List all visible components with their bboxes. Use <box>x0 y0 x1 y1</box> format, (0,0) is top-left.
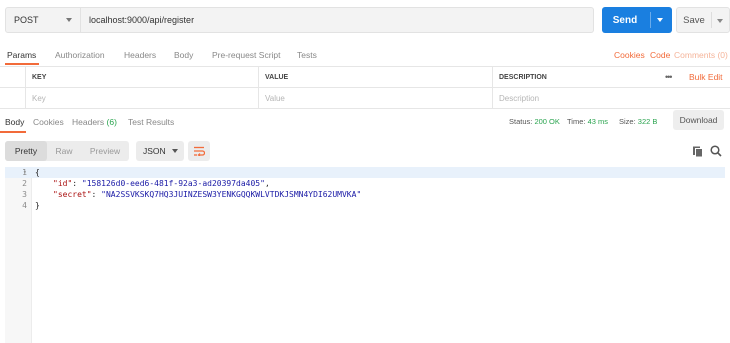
params-empty-row: Key Value Description <box>0 88 730 109</box>
preview-button[interactable]: Preview <box>81 141 129 161</box>
size-readout: Size: 322 B <box>619 117 657 126</box>
bulk-edit-link[interactable]: Bulk Edit <box>689 72 723 82</box>
code-line: 3 "secret": "NA2SSVKSKQ7HQ3JUINZESW3YENK… <box>5 189 725 200</box>
headers-tab-label: Headers <box>72 117 105 127</box>
download-button[interactable]: Download <box>673 110 724 130</box>
tab-test-results[interactable]: Test Results <box>128 117 174 127</box>
json-key: "secret" <box>53 190 92 199</box>
format-mode-group: Pretty Raw Preview <box>5 141 129 161</box>
code-line: 1 ▾ { <box>5 167 725 178</box>
save-label: Save <box>683 14 705 26</box>
more-options-icon[interactable]: ••• <box>665 72 673 82</box>
active-tab-indicator <box>0 131 26 133</box>
json-trailing-comma: , <box>264 179 270 188</box>
size-label: Size: <box>619 117 636 126</box>
json-key: "id" <box>53 179 73 188</box>
code-text: } <box>35 201 40 210</box>
copy-button[interactable] <box>691 144 705 158</box>
save-button[interactable]: Save <box>676 7 730 33</box>
chevron-down-icon[interactable] <box>657 18 663 22</box>
params-table: KEY VALUE DESCRIPTION ••• Bulk Edit Key … <box>0 66 730 109</box>
line-number: 3 <box>22 190 27 199</box>
send-button[interactable]: Send <box>602 7 672 33</box>
tab-authorization[interactable]: Authorization <box>55 50 105 60</box>
column-header-key: KEY <box>25 67 258 88</box>
code-line: 4 } <box>5 200 725 211</box>
size-value: 322 B <box>637 117 658 126</box>
response-tabs: Body Cookies Headers (6) Test Results St… <box>0 110 730 133</box>
code-text: "id": "158126d0-eed6-481f-92a3-ad20397da… <box>53 179 270 188</box>
tab-pre-request-script[interactable]: Pre-request Script <box>212 50 281 60</box>
request-bar: POST localhost:9000/api/register Send Sa… <box>5 7 730 33</box>
code-text: "secret": "NA2SSVKSKQ7HQ3JUINZESW3YENKGQ… <box>53 190 362 199</box>
tab-params[interactable]: Params <box>7 50 36 60</box>
format-toolbar: Pretty Raw Preview JSON <box>5 141 725 161</box>
wrap-lines-icon <box>194 146 205 156</box>
language-label: JSON <box>143 146 166 156</box>
response-body-editor[interactable]: 1 ▾ { 2 "id": "158126d0-eed6-481f-92a3-a… <box>5 167 725 343</box>
tab-response-cookies[interactable]: Cookies <box>33 117 64 127</box>
code-link[interactable]: Code <box>650 50 670 60</box>
url-input[interactable]: localhost:9000/api/register <box>81 7 594 33</box>
column-header-value: VALUE <box>258 67 492 88</box>
json-value: "NA2SSVKSKQ7HQ3JUINZESW3YENKGQQKWLVTDKJS… <box>101 190 362 199</box>
code-text: { <box>35 168 40 177</box>
tab-headers[interactable]: Headers <box>124 50 156 60</box>
pretty-button[interactable]: Pretty <box>5 141 47 161</box>
status-label: Status: <box>509 117 533 126</box>
fold-arrow-icon[interactable]: ▾ <box>23 167 27 178</box>
tab-response-body[interactable]: Body <box>5 117 24 127</box>
request-tabs: Params Authorization Headers Body Pre-re… <box>0 46 730 66</box>
cookies-link[interactable]: Cookies <box>614 50 645 60</box>
code-line: 2 "id": "158126d0-eed6-481f-92a3-ad20397… <box>5 178 725 189</box>
tab-tests[interactable]: Tests <box>297 50 317 60</box>
raw-button[interactable]: Raw <box>47 141 81 161</box>
search-button[interactable] <box>709 144 723 158</box>
time-label: Time: <box>567 117 586 126</box>
chevron-down-icon <box>172 149 178 153</box>
line-number: 2 <box>22 179 27 188</box>
save-divider <box>711 12 712 28</box>
chevron-down-icon <box>66 18 72 22</box>
method-select[interactable]: POST <box>5 7 81 33</box>
tab-response-headers[interactable]: Headers (6) <box>72 117 117 127</box>
url-value: localhost:9000/api/register <box>89 15 195 25</box>
params-header-row: KEY VALUE DESCRIPTION ••• Bulk Edit <box>0 67 730 88</box>
status-value: 200 OK <box>534 117 560 126</box>
headers-count-badge: (6) <box>106 117 117 127</box>
json-value: "158126d0-eed6-481f-92a3-ad20397da405" <box>81 179 265 188</box>
chevron-down-icon[interactable] <box>717 19 723 23</box>
value-input[interactable]: Value <box>258 88 492 109</box>
search-icon <box>710 145 722 157</box>
copy-icon <box>693 146 703 158</box>
tab-body[interactable]: Body <box>174 50 193 60</box>
method-label: POST <box>14 15 39 25</box>
active-tab-indicator <box>5 63 39 65</box>
time-value: 43 ms <box>587 117 609 126</box>
time-readout: Time: 43 ms <box>567 117 608 126</box>
status-readout: Status: 200 OK <box>509 117 560 126</box>
line-number: 4 <box>22 201 27 210</box>
wrap-lines-button[interactable] <box>188 141 210 161</box>
send-divider <box>650 12 651 28</box>
send-label: Send <box>612 14 638 26</box>
comments-link[interactable]: Comments (0) <box>674 50 728 60</box>
language-select[interactable]: JSON <box>136 141 184 161</box>
key-input[interactable]: Key <box>25 88 258 109</box>
description-input[interactable]: Description <box>492 88 730 109</box>
